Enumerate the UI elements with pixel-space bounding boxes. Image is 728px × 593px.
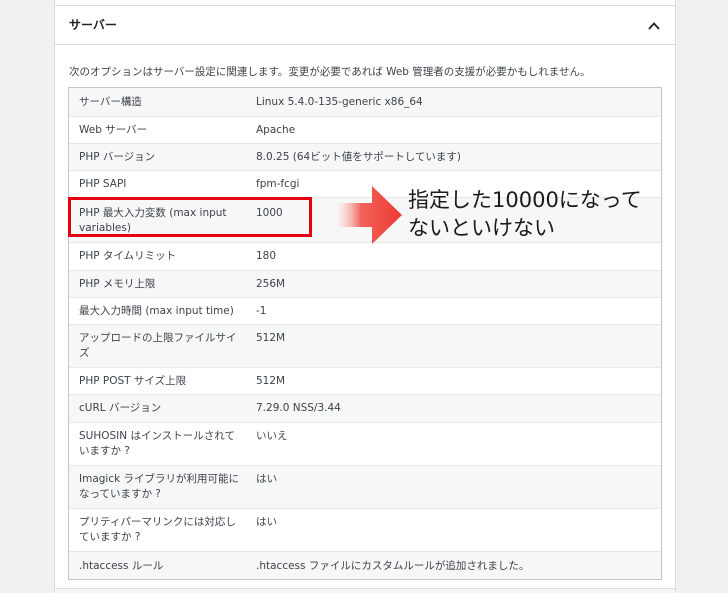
table-row: SUHOSIN はインストールされていますか ? いいえ: [69, 422, 661, 465]
row-label: アップロードの上限ファイルサイズ: [79, 332, 237, 359]
row-label: SUHOSIN はインストールされていますか ?: [79, 430, 235, 457]
row-value: はい: [256, 516, 277, 528]
table-row: cURL バージョン 7.29.0 NSS/3.44: [69, 394, 661, 422]
row-label: 最大入力時間 (max input time): [79, 305, 234, 317]
table-row: PHP タイムリミット 180: [69, 242, 661, 270]
table-row: .htaccess ルール .htaccess ファイルにカスタムルールが追加さ…: [69, 551, 661, 579]
annotation-text: 指定した10000になって ないといけない: [408, 186, 728, 242]
annotation-line-1: 指定した10000になって: [408, 188, 642, 212]
annotation-line-2: ないといけない: [408, 216, 555, 240]
row-label: Web サーバー: [79, 124, 148, 136]
row-value: 512M: [256, 375, 286, 387]
row-label: .htaccess ルール: [79, 560, 164, 572]
chevron-up-icon[interactable]: [647, 19, 661, 33]
server-info-table: サーバー構造 Linux 5.4.0-135-generic x86_64 We…: [68, 87, 662, 580]
row-value: 256M: [256, 278, 286, 290]
row-label: Imagick ライブラリが利用可能になっていますか ?: [79, 473, 240, 500]
table-row: アップロードの上限ファイルサイズ 512M: [69, 324, 661, 367]
highlight-box: [68, 197, 312, 237]
row-label: PHP バージョン: [79, 151, 156, 163]
row-value: 180: [256, 250, 277, 262]
section-title: サーバー: [69, 18, 117, 32]
row-value: .htaccess ファイルにカスタムルールが追加されました。: [256, 560, 530, 572]
table-row: PHP メモリ上限 256M: [69, 270, 661, 297]
row-value: いいえ: [256, 430, 288, 442]
table-row: Imagick ライブラリが利用可能になっていますか ? はい: [69, 465, 661, 508]
row-label: サーバー構造: [79, 96, 142, 108]
row-label: プリティパーマリンクには対応していますか ?: [79, 516, 236, 543]
table-row: PHP POST サイズ上限 512M: [69, 367, 661, 394]
site-health-panel: サーバー 次のオプションはサーバー設定に関連します。変更が必要であれば Web …: [54, 0, 676, 593]
section-description: 次のオプションはサーバー設定に関連します。変更が必要であれば Web 管理者の支…: [69, 66, 591, 78]
row-value: 8.0.25 (64ビット値をサポートしています): [256, 151, 461, 163]
table-row: プリティパーマリンクには対応していますか ? はい: [69, 508, 661, 551]
row-value: 512M: [256, 332, 286, 344]
row-value: Linux 5.4.0-135-generic x86_64: [256, 96, 423, 108]
table-row: PHP バージョン 8.0.25 (64ビット値をサポートしています): [69, 143, 661, 170]
next-section-edge: [55, 588, 675, 593]
row-value: Apache: [256, 124, 296, 136]
table-row: 最大入力時間 (max input time) -1: [69, 297, 661, 324]
row-value: 7.29.0 NSS/3.44: [256, 402, 341, 414]
row-label: PHP SAPI: [79, 178, 127, 190]
server-section-header[interactable]: サーバー: [55, 6, 675, 45]
row-value: -1: [256, 305, 267, 317]
row-label: PHP メモリ上限: [79, 278, 156, 290]
row-label: cURL バージョン: [79, 402, 162, 414]
arrow-right-icon: [334, 186, 402, 244]
row-label: PHP POST サイズ上限: [79, 375, 187, 387]
table-row: Web サーバー Apache: [69, 116, 661, 143]
row-value: はい: [256, 473, 277, 485]
row-label: PHP タイムリミット: [79, 250, 177, 262]
table-row: サーバー構造 Linux 5.4.0-135-generic x86_64: [69, 88, 661, 116]
